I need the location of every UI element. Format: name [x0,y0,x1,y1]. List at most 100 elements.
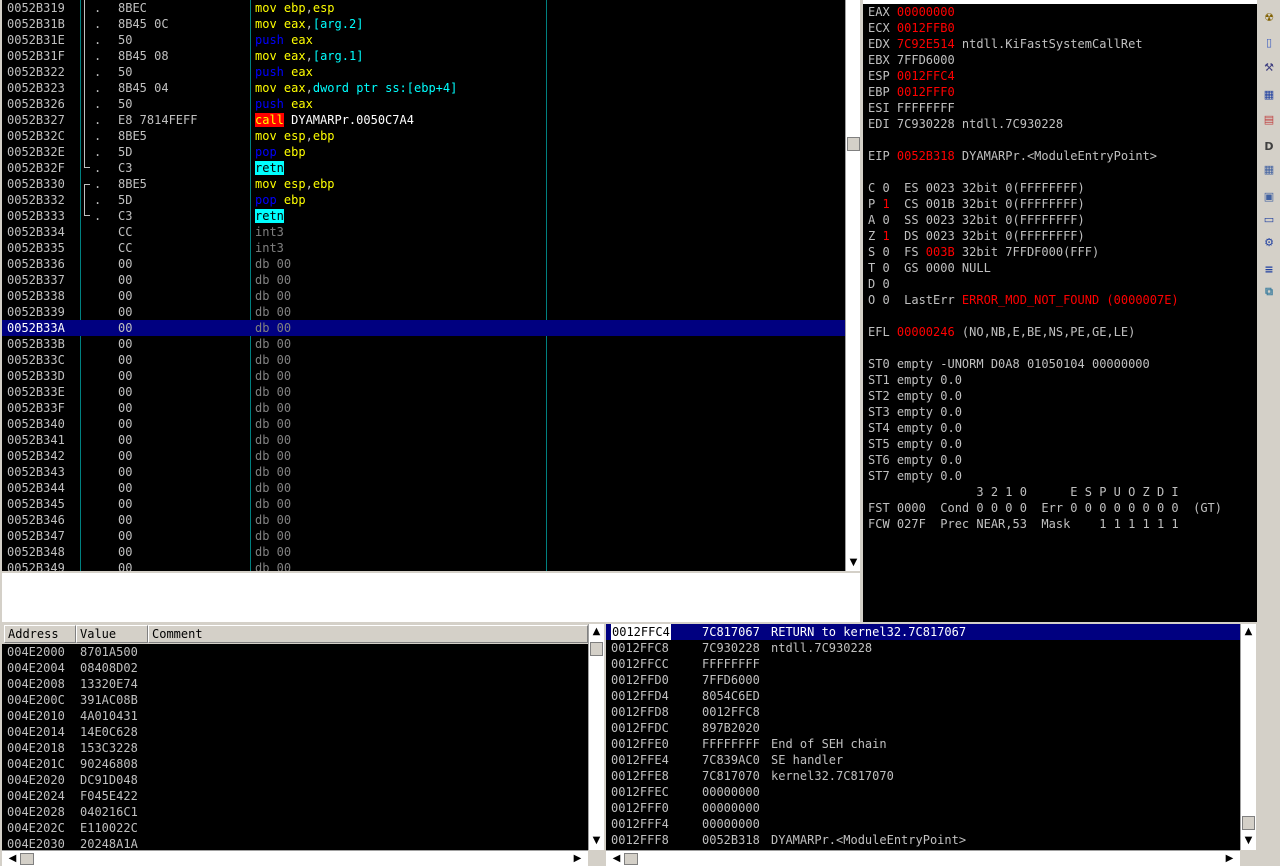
register-line[interactable]: A 0 SS 0023 32bit 0(FFFFFFFF) [868,212,1085,228]
scroll-left-arrow-icon[interactable]: ◀ [5,852,20,866]
stack-pane[interactable]: 0012FFC4 7C817067 RETURN to kernel32.7C817… [606,624,1240,850]
header-value[interactable]: Value [76,625,148,643]
dump-horizontal-scrollbar[interactable]: ◀ ▶ [2,850,588,866]
calc-icon[interactable]: ▦ [1260,85,1278,103]
grid-icon[interactable]: ▤ [1260,110,1278,128]
stack-row[interactable]: 0012FFF0 00000000 [606,800,1240,816]
register-line[interactable]: ST2 empty 0.0 [868,388,962,404]
dump-vertical-scrollbar[interactable]: ▲ ▼ [588,624,604,850]
wrench-icon[interactable]: ⚒ [1260,58,1278,76]
list-icon[interactable]: ≡ [1260,260,1278,278]
register-line[interactable]: FCW 027F Prec NEAR,53 Mask 1 1 1 1 1 1 [868,516,1179,532]
disasm-row[interactable]: 0052B349 00 db 00 [2,560,845,571]
register-line[interactable]: S 0 FS 003B 32bit 7FFDF000(FFF) [868,244,1099,260]
stack-row[interactable]: 0012FFCC FFFFFFFF [606,656,1240,672]
network-icon[interactable]: ⧉ [1260,283,1278,301]
d-icon[interactable]: D [1260,137,1278,155]
scroll-thumb[interactable] [590,642,603,656]
disasm-row[interactable]: 0052B332. 5D pop ebp [2,192,845,208]
scroll-right-arrow-icon[interactable]: ▶ [570,852,585,866]
stack-row[interactable]: 0012FFE8 7C817070 kernel32.7C817070 [606,768,1240,784]
disasm-row[interactable]: 0052B337 00 db 00 [2,272,845,288]
disasm-row[interactable]: 0052B347 00 db 00 [2,528,845,544]
disasm-row[interactable]: 0052B339 00 db 00 [2,304,845,320]
stack-row[interactable]: 0012FFE0 FFFFFFFF End of SEH chain [606,736,1240,752]
disasm-row[interactable]: 0052B31E. 50 push eax [2,32,845,48]
disasm-row[interactable]: 0052B326. 50 push eax [2,96,845,112]
disasm-row[interactable]: 0052B33A 00 db 00 [2,320,845,336]
disasm-row[interactable]: 0052B33C 00 db 00 [2,352,845,368]
register-line[interactable]: ESP 0012FFC4 [868,68,955,84]
register-line[interactable]: Z 1 DS 0023 32bit 0(FFFFFFFF) [868,228,1085,244]
scroll-right-arrow-icon[interactable]: ▶ [1222,852,1237,866]
scroll-thumb[interactable] [20,853,34,865]
register-line[interactable]: ST3 empty 0.0 [868,404,962,420]
register-line[interactable]: ST5 empty 0.0 [868,436,962,452]
disassembly-pane[interactable]: 0052B319. 8BEC mov ebp,esp 0052B31B. 8B45 0C… [2,0,845,571]
register-line[interactable]: FST 0000 Cond 0 0 0 0 Err 0 0 0 0 0 0 0 … [868,500,1222,516]
stack-row[interactable]: 0012FFC4 7C817067 RETURN to kernel32.7C817… [606,624,1240,640]
disasm-row[interactable]: 0052B335 CC int3 [2,240,845,256]
register-line[interactable]: C 0 ES 0023 32bit 0(FFFFFFFF) [868,180,1085,196]
disasm-row[interactable]: 0052B333. C3 retn [2,208,845,224]
scroll-thumb[interactable] [1242,816,1255,830]
stack-row[interactable]: 0012FFDC 897B2020 [606,720,1240,736]
register-line[interactable]: EIP 0052B318 DYAMARPr.<ModuleEntryPoint> [868,148,1157,164]
window-icon[interactable]: ▭ [1260,210,1278,228]
register-line[interactable]: ESI FFFFFFFF [868,100,955,116]
stack-row[interactable]: 0012FFEC 00000000 [606,784,1240,800]
disasm-row[interactable]: 0052B32E. 5D pop ebp [2,144,845,160]
disasm-row[interactable]: 0052B342 00 db 00 [2,448,845,464]
disasm-row[interactable]: 0052B344 00 db 00 [2,480,845,496]
page-icon[interactable]: ▯ [1260,33,1278,51]
stack-row[interactable]: 0012FFD4 8054C6ED [606,688,1240,704]
disasm-row[interactable]: 0052B348 00 db 00 [2,544,845,560]
scroll-down-arrow-icon[interactable]: ▼ [1241,834,1256,848]
header-comment[interactable]: Comment [148,625,588,643]
disasm-row[interactable]: 0052B32F. C3 retn [2,160,845,176]
register-line[interactable]: ECX 0012FFB0 [868,20,955,36]
register-line[interactable]: EDI 7C930228 ntdll.7C930228 [868,116,1063,132]
register-line[interactable]: ST4 empty 0.0 [868,420,962,436]
register-line[interactable]: ST6 empty 0.0 [868,452,962,468]
register-line[interactable]: ST0 empty -UNORM D0A8 01050104 00000000 [868,356,1150,372]
disasm-row[interactable]: 0052B319. 8BEC mov ebp,esp [2,0,845,16]
gear-icon[interactable]: ⚙ [1260,233,1278,251]
disasm-row[interactable]: 0052B33F 00 db 00 [2,400,845,416]
disasm-row[interactable]: 0052B31B. 8B45 0C mov eax,[arg.2] [2,16,845,32]
register-line[interactable]: EBX 7FFD6000 [868,52,955,68]
register-line[interactable]: P 1 CS 001B 32bit 0(FFFFFFFF) [868,196,1085,212]
register-line[interactable]: O 0 LastErr ERROR_MOD_NOT_FOUND (0000007… [868,292,1179,308]
scroll-up-arrow-icon[interactable]: ▲ [589,625,604,639]
stack-row[interactable]: 0012FFD0 7FFD6000 [606,672,1240,688]
disasm-row[interactable]: 0052B336 00 db 00 [2,256,845,272]
disasm-row[interactable]: 0052B323. 8B45 04 mov eax,dword ptr ss:[eb… [2,80,845,96]
disasm-row[interactable]: 0052B343 00 db 00 [2,464,845,480]
scroll-thumb[interactable] [624,853,638,865]
register-line[interactable]: EDX 7C92E514 ntdll.KiFastSystemCallRet [868,36,1143,52]
scroll-down-arrow-icon[interactable]: ▼ [589,834,604,848]
disasm-row[interactable]: 0052B330. 8BE5 mov esp,ebp [2,176,845,192]
disasm-row[interactable]: 0052B33E 00 db 00 [2,384,845,400]
disasm-row[interactable]: 0052B334 CC int3 [2,224,845,240]
scroll-thumb[interactable] [847,137,860,151]
register-line[interactable]: 3 2 1 0 E S P U O Z D I [868,484,1178,500]
stack-row[interactable]: 0012FFF8 0052B318 DYAMARPr.<ModuleEntryPoi… [606,832,1240,848]
disasm-row[interactable]: 0052B33D 00 db 00 [2,368,845,384]
fpu-calc-icon[interactable]: ▣ [1260,187,1278,205]
stack-row[interactable]: 0012FFF4 00000000 [606,816,1240,832]
stack-row[interactable]: 0012FFD8 0012FFC8 [606,704,1240,720]
register-line[interactable]: ST7 empty 0.0 [868,468,962,484]
register-line[interactable]: T 0 GS 0000 NULL [868,260,991,276]
scroll-left-arrow-icon[interactable]: ◀ [609,852,624,866]
disasm-row[interactable]: 0052B338 00 db 00 [2,288,845,304]
table-icon[interactable]: ▦ [1260,160,1278,178]
register-line[interactable]: ST1 empty 0.0 [868,372,962,388]
disasm-row[interactable]: 0052B32C. 8BE5 mov esp,ebp [2,128,845,144]
disasm-row[interactable]: 0052B340 00 db 00 [2,416,845,432]
register-line[interactable]: EAX 00000000 [868,4,955,20]
stack-horizontal-scrollbar[interactable]: ◀ ▶ [606,850,1240,866]
disasm-row[interactable]: 0052B346 00 db 00 [2,512,845,528]
disasm-row[interactable]: 0052B33B 00 db 00 [2,336,845,352]
register-line[interactable]: EFL 00000246 (NO,NB,E,BE,NS,PE,GE,LE) [868,324,1135,340]
